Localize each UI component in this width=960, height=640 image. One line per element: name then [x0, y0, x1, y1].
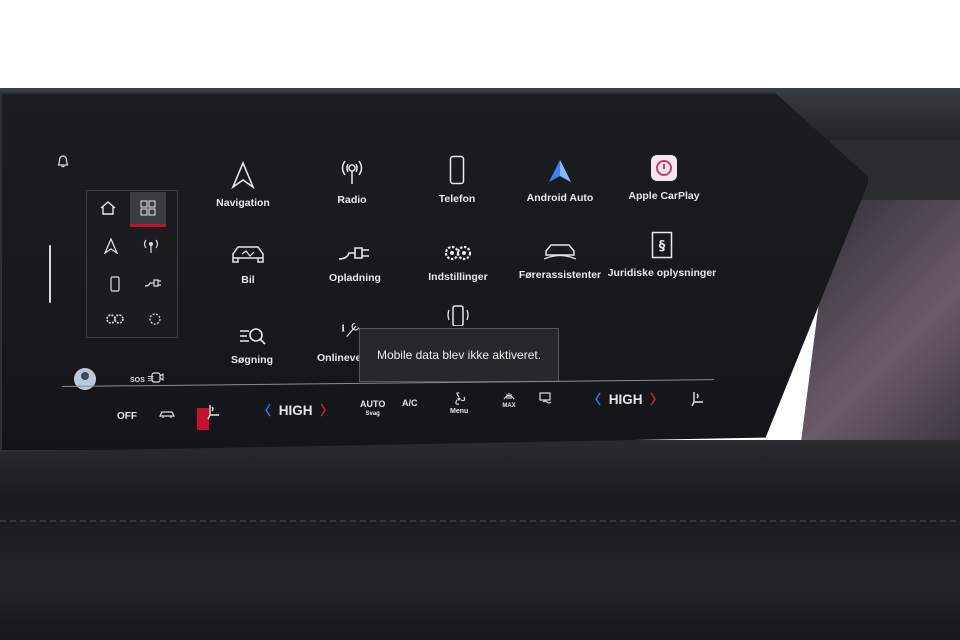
climate-menu-button[interactable]: Menu — [450, 392, 468, 415]
auto-climate-button[interactable]: AUTO Svag — [360, 399, 385, 419]
left-temp-value: HIGH — [278, 403, 313, 418]
svg-text:§: § — [659, 239, 666, 254]
app-navigation[interactable]: Navigation — [188, 155, 298, 209]
app-label: Telefon — [438, 193, 476, 205]
max-label: MAX — [502, 403, 516, 409]
fan-icon — [455, 392, 466, 405]
app-partial-hidden[interactable] — [403, 304, 513, 330]
quick-more-icon[interactable] — [144, 308, 166, 330]
right-temp-increase-icon[interactable]: 〉 — [650, 392, 663, 407]
navigation-arrow-icon — [231, 161, 255, 189]
defrost-icon — [503, 393, 515, 400]
app-radio[interactable]: Radio — [297, 152, 407, 206]
app-label: Førerassistenter — [518, 269, 602, 281]
apps-grid-icon — [140, 200, 156, 216]
app-label: Juridiske oplysninger — [607, 267, 717, 279]
seat-heating-right-icon[interactable] — [690, 390, 706, 413]
phone-icon — [449, 155, 465, 185]
charging-plug-icon — [338, 247, 369, 260]
settings-gears-icon — [444, 245, 472, 261]
app-telefon[interactable]: Telefon — [402, 151, 512, 205]
apple-carplay-icon — [651, 155, 677, 181]
quick-settings-icon[interactable] — [104, 308, 126, 330]
apps-tab[interactable] — [130, 192, 166, 227]
ac-button[interactable]: A/C — [402, 398, 418, 408]
car-icon — [232, 246, 264, 263]
app-label: Apple CarPlay — [628, 190, 700, 202]
app-sogning[interactable]: Søgning — [197, 312, 307, 366]
phone-signal-icon — [447, 305, 469, 326]
dashboard-stitching — [0, 520, 960, 522]
right-temp-decrease-icon[interactable]: 〈 — [588, 392, 601, 407]
menu-label: Menu — [450, 408, 469, 415]
app-forerassistenter[interactable]: Førerassistenter — [505, 227, 615, 281]
right-temp-value: HIGH — [608, 392, 643, 407]
notification-bell-icon[interactable] — [56, 155, 72, 171]
app-label: Radio — [337, 194, 367, 206]
app-label: Onlinevej — [317, 352, 365, 364]
app-label: Opladning — [329, 272, 381, 284]
app-indstillinger[interactable]: Indstillinger — [403, 229, 513, 283]
legal-section-icon: § — [651, 231, 673, 259]
app-label: Søgning — [231, 354, 273, 366]
left-temp-control[interactable]: 〈 HIGH 〉 — [258, 400, 333, 419]
quick-phone-icon[interactable] — [104, 273, 126, 295]
app-bil[interactable]: Bil — [193, 232, 303, 286]
android-auto-icon — [549, 160, 571, 182]
right-temp-control[interactable]: 〈 HIGH 〉 — [588, 389, 663, 408]
toast-notification[interactable]: Mobile data blev ikke aktiveret. — [359, 328, 559, 382]
home-tab[interactable] — [90, 192, 126, 224]
air-recirculation-icon[interactable] — [158, 407, 176, 425]
quick-navigation-icon[interactable] — [100, 235, 122, 257]
auto-sub-label: Svag — [365, 411, 380, 417]
app-juridiske-oplysninger[interactable]: § Juridiske oplysninger — [607, 225, 717, 279]
climate-off-button[interactable]: OFF — [117, 411, 137, 422]
svg-text:i: i — [341, 323, 345, 334]
seat-heating-left-icon[interactable] — [206, 403, 222, 426]
sos-label: SOS — [130, 377, 145, 384]
toast-message: Mobile data blev ikke aktiveret. — [376, 348, 542, 362]
app-label: Android Auto — [526, 192, 594, 204]
app-apple-carplay[interactable]: Apple CarPlay — [609, 148, 719, 202]
quick-charging-icon[interactable] — [142, 272, 164, 294]
dashboard-lower — [0, 440, 960, 640]
left-temp-decrease-icon[interactable]: 〈 — [258, 403, 271, 418]
ac-label: A/C — [402, 398, 418, 408]
search-icon — [240, 328, 266, 345]
quick-radio-icon[interactable] — [140, 235, 162, 257]
app-label: Bil — [241, 274, 255, 286]
climate-off-label: OFF — [117, 411, 137, 422]
app-label: Navigation — [216, 197, 270, 209]
radio-antenna-icon — [341, 160, 363, 184]
home-icon — [100, 201, 116, 215]
app-onlinevej[interactable]: i Onlinevej — [300, 310, 365, 364]
emergency-call-icon[interactable] — [150, 370, 164, 386]
app-opladning[interactable]: Opladning — [300, 230, 410, 284]
app-android-auto[interactable]: Android Auto — [505, 150, 615, 204]
online-services-icon: i — [341, 322, 360, 338]
auto-label: AUTO — [360, 399, 386, 409]
max-defrost-button[interactable]: MAX — [502, 391, 516, 409]
scroll-indicator[interactable] — [49, 245, 51, 303]
app-label: Indstillinger — [428, 271, 488, 283]
left-temp-increase-icon[interactable]: 〉 — [320, 403, 333, 418]
driver-assist-icon — [543, 244, 577, 260]
rear-defrost-icon[interactable] — [538, 391, 554, 410]
